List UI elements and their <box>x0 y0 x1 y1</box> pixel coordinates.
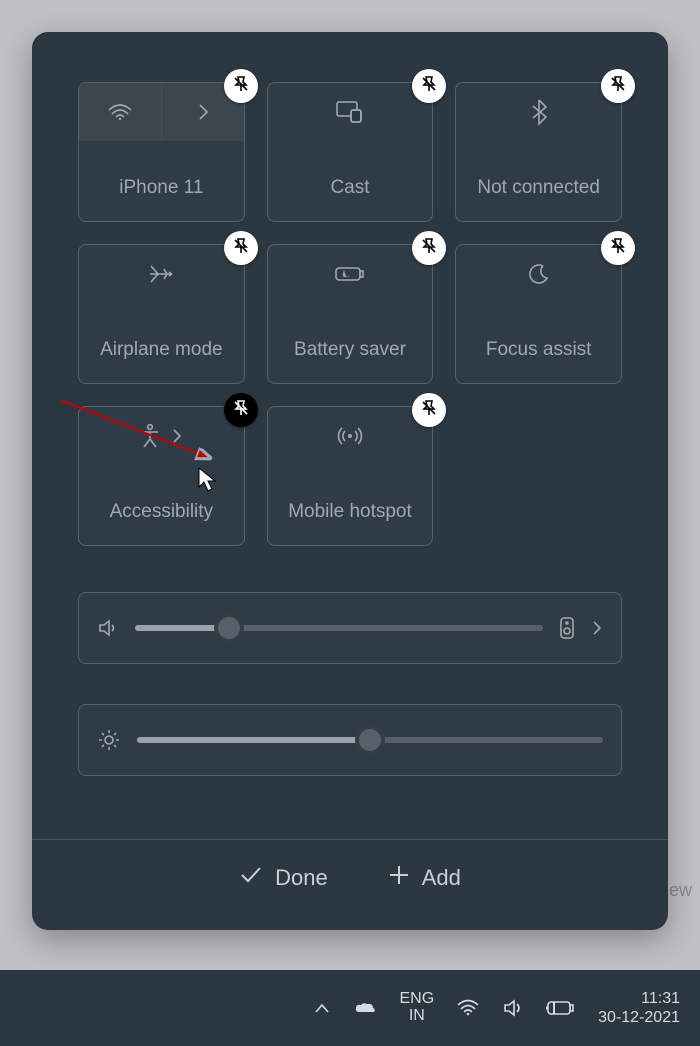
volume-tray-icon[interactable] <box>502 998 524 1018</box>
wifi-icon <box>107 102 133 122</box>
unpin-icon <box>419 74 439 99</box>
unpin-icon <box>419 236 439 261</box>
unpin-button[interactable] <box>412 393 446 427</box>
lang-bottom: IN <box>409 1008 425 1025</box>
taskbar: ENG IN 11:31 30-12-2021 <box>0 970 700 1046</box>
volume-slider[interactable] <box>78 592 622 664</box>
cast-icon <box>335 100 365 124</box>
lang-top: ENG <box>399 991 434 1008</box>
language-indicator[interactable]: ENG IN <box>399 991 434 1025</box>
moon-icon <box>527 262 551 286</box>
tile-airplane-mode[interactable]: Airplane mode <box>78 244 245 384</box>
tiles-grid: iPhone 11 Cast <box>78 82 622 546</box>
unpin-icon <box>608 236 628 261</box>
battery-tray-icon[interactable] <box>546 999 576 1017</box>
unpin-button[interactable] <box>224 231 258 265</box>
unpin-icon <box>608 74 628 99</box>
clock[interactable]: 11:31 30-12-2021 <box>598 989 680 1027</box>
unpin-icon <box>231 236 251 261</box>
volume-icon <box>97 617 119 639</box>
time-text: 11:31 <box>641 989 680 1008</box>
unpin-icon <box>231 398 251 423</box>
airplane-icon <box>147 262 175 286</box>
done-label: Done <box>275 865 328 891</box>
tile-battery-saver[interactable]: Battery saver <box>267 244 434 384</box>
audio-output-button[interactable] <box>559 616 575 640</box>
edit-footer: Done Add <box>32 839 668 916</box>
wifi-toggle[interactable] <box>79 83 162 141</box>
chevron-right-icon <box>171 427 183 445</box>
unpin-button[interactable] <box>224 393 258 427</box>
tile-cast[interactable]: Cast <box>267 82 434 222</box>
accessibility-icon <box>139 423 161 449</box>
tile-label: Focus assist <box>486 339 592 361</box>
date-text: 30-12-2021 <box>598 1008 680 1027</box>
tile-mobile-hotspot[interactable]: Mobile hotspot <box>267 406 434 546</box>
add-button[interactable]: Add <box>388 864 461 892</box>
tile-focus-assist[interactable]: Focus assist <box>455 244 622 384</box>
tile-label: Battery saver <box>294 339 406 361</box>
tile-bluetooth[interactable]: Not connected <box>455 82 622 222</box>
battery-saver-icon <box>334 264 366 284</box>
unpin-button[interactable] <box>412 69 446 103</box>
tile-wifi[interactable]: iPhone 11 <box>78 82 245 222</box>
brightness-slider[interactable] <box>78 704 622 776</box>
unpin-icon <box>231 74 251 99</box>
volume-track[interactable] <box>135 625 543 631</box>
hotspot-icon <box>336 424 364 448</box>
tile-label: iPhone 11 <box>119 177 203 199</box>
brightness-track[interactable] <box>137 737 603 743</box>
bluetooth-icon <box>530 98 548 126</box>
tile-label: Airplane mode <box>100 339 223 361</box>
add-label: Add <box>422 865 461 891</box>
chevron-right-icon <box>196 102 210 122</box>
unpin-button[interactable] <box>601 231 635 265</box>
sliders-section <box>78 592 622 776</box>
unpin-icon <box>419 398 439 423</box>
plus-icon <box>388 864 410 892</box>
wifi-tray-icon[interactable] <box>456 998 480 1018</box>
tile-label: Mobile hotspot <box>288 501 412 523</box>
unpin-button[interactable] <box>601 69 635 103</box>
quick-settings-panel: iPhone 11 Cast <box>32 32 668 930</box>
onedrive-icon[interactable] <box>353 1000 377 1016</box>
check-icon <box>239 865 263 891</box>
done-button[interactable]: Done <box>239 865 328 891</box>
bg-fragment: ew <box>669 880 692 901</box>
tile-label: Accessibility <box>110 501 213 523</box>
tile-accessibility[interactable]: Accessibility <box>78 406 245 546</box>
unpin-button[interactable] <box>224 69 258 103</box>
tray-chevron-up[interactable] <box>313 1001 331 1015</box>
brightness-icon <box>97 728 121 752</box>
evaluation-text: Evaluation copy. Build 22523.rs_prerelea… <box>170 930 626 951</box>
unpin-button[interactable] <box>412 231 446 265</box>
tile-label: Not connected <box>477 177 600 199</box>
tile-label: Cast <box>330 177 369 199</box>
chevron-right-icon[interactable] <box>591 619 603 637</box>
